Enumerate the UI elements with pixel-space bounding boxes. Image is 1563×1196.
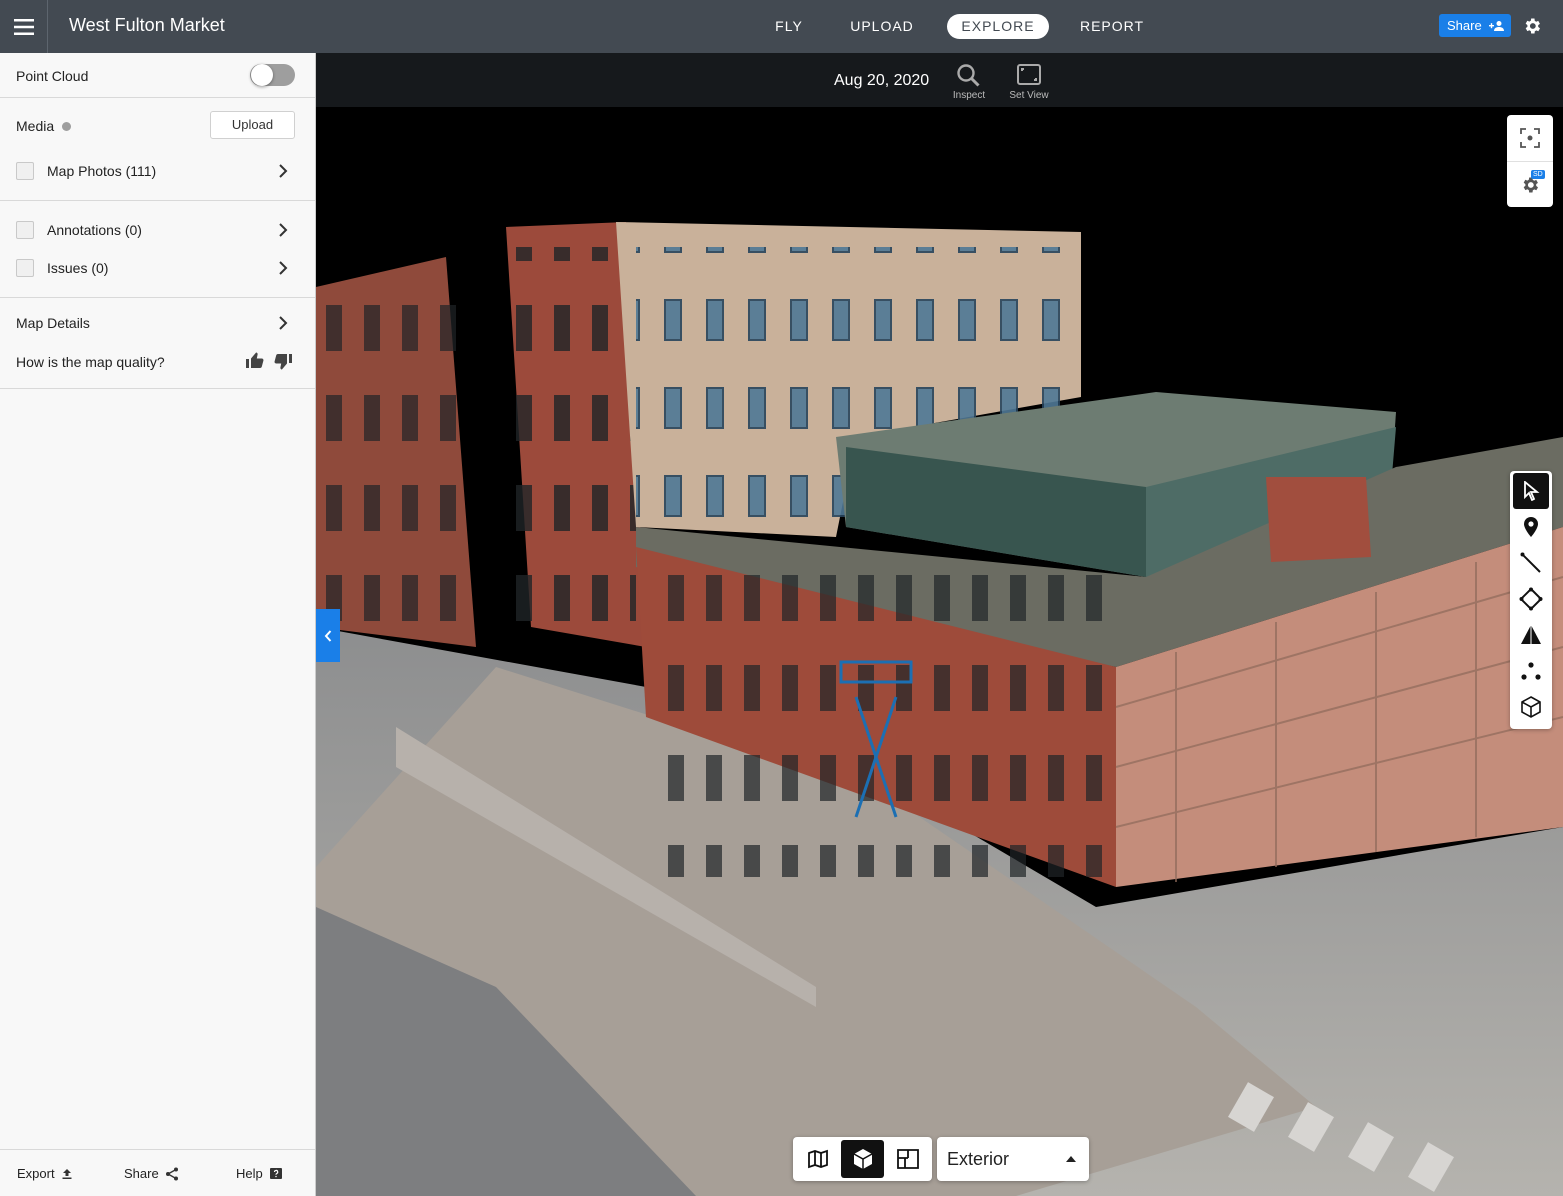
sd-quality-badge: SD: [1531, 170, 1545, 179]
view-mode-value: Exterior: [947, 1149, 1010, 1169]
capture-date[interactable]: Aug 20, 2020: [834, 72, 929, 90]
tab-upload[interactable]: UPLOAD: [842, 14, 922, 39]
share-button[interactable]: Share: [1439, 14, 1511, 37]
map-details-label: Map Details: [16, 315, 90, 331]
map-pin-icon: [1524, 517, 1538, 537]
map-photos-label: Map Photos (111): [47, 163, 157, 179]
focus-frame-icon: [1520, 128, 1540, 148]
divider: [0, 297, 315, 298]
collapse-sidebar-button[interactable]: [316, 609, 340, 662]
toggle-knob: [251, 64, 273, 86]
set-view-label: Set View: [1009, 90, 1049, 101]
set-view-tool[interactable]: Set View: [1001, 63, 1057, 101]
divider: [0, 388, 315, 389]
share-footer-label: Share: [124, 1166, 159, 1181]
view-mode-dropdown[interactable]: Exterior: [937, 1137, 1089, 1181]
3d-cube-icon: [853, 1149, 872, 1169]
chevron-right-icon[interactable]: [276, 223, 290, 237]
tab-report[interactable]: REPORT: [1072, 14, 1152, 39]
help-button[interactable]: Help: [236, 1166, 283, 1181]
help-icon: [269, 1167, 282, 1179]
cursor-arrow-icon: [1524, 481, 1540, 501]
project-title: West Fulton Market: [69, 15, 225, 35]
caret-up-icon: [1066, 1156, 1076, 1162]
stockpile-volume-icon: [1521, 625, 1541, 644]
menu-icon: [13, 18, 34, 35]
view-mode-switch: [793, 1137, 932, 1181]
inspect-tool[interactable]: Inspect: [941, 63, 997, 101]
3d-box-tool[interactable]: [1513, 689, 1549, 725]
chevron-right-icon[interactable]: [276, 164, 290, 178]
viewer-controls: SD: [1507, 115, 1553, 207]
2d-map-view-button[interactable]: [796, 1140, 839, 1178]
render-settings-button[interactable]: SD: [1507, 161, 1553, 207]
sidebar: Point Cloud Media Upload Map Photos (111…: [0, 53, 316, 1196]
chevron-right-icon[interactable]: [276, 316, 290, 330]
floorplan-icon: [896, 1149, 919, 1169]
thumbs-up-icon[interactable]: [245, 351, 265, 369]
chevron-right-icon[interactable]: [276, 261, 290, 275]
fullscreen-button[interactable]: [1507, 115, 1553, 161]
chevron-left-icon: [324, 629, 332, 642]
3d-model-viewport[interactable]: [316, 107, 1563, 1196]
cube-outline-icon: [1521, 696, 1541, 718]
dots-count-icon: [1521, 662, 1541, 680]
share-button-label: Share: [1447, 18, 1482, 33]
share-footer-button[interactable]: Share: [124, 1166, 179, 1181]
divider: [0, 200, 315, 201]
select-tool[interactable]: [1513, 473, 1549, 509]
inspect-label: Inspect: [952, 90, 986, 101]
annotations-checkbox[interactable]: [16, 221, 34, 239]
quality-question: How is the map quality?: [16, 354, 165, 370]
upload-arrow-icon: [62, 1168, 72, 1179]
add-people-icon: [1488, 20, 1504, 31]
building-model-render: [316, 107, 1563, 1196]
map-photos-checkbox[interactable]: [16, 162, 34, 180]
place-marker-tool[interactable]: [1513, 509, 1549, 545]
info-icon[interactable]: [62, 122, 71, 131]
help-label: Help: [236, 1166, 263, 1181]
export-label: Export: [17, 1166, 55, 1181]
upload-button[interactable]: Upload: [210, 111, 295, 139]
point-count-tool[interactable]: [1513, 653, 1549, 689]
divider: [0, 97, 315, 98]
export-button[interactable]: Export: [17, 1166, 73, 1181]
thumbs-down-icon[interactable]: [273, 353, 293, 371]
inspect-magnifier-icon: [957, 64, 980, 87]
3d-model-view-button[interactable]: [841, 1140, 884, 1178]
share-icon: [165, 1167, 178, 1180]
point-cloud-label: Point Cloud: [16, 68, 89, 84]
media-label: Media: [16, 118, 55, 134]
issues-checkbox[interactable]: [16, 259, 34, 277]
tab-fly[interactable]: FLY: [764, 14, 814, 39]
line-measure-icon: [1520, 552, 1541, 573]
volume-measure-tool[interactable]: [1513, 617, 1549, 653]
point-cloud-toggle[interactable]: [250, 64, 295, 86]
sidebar-footer: Export Share Help: [0, 1149, 315, 1196]
issues-label: Issues (0): [47, 260, 109, 276]
main-nav: FLY UPLOAD EXPLORE REPORT: [0, 0, 1563, 53]
measurement-toolbar: [1510, 471, 1552, 729]
line-measure-tool[interactable]: [1513, 545, 1549, 581]
viewer-header: Aug 20, 2020 Inspect Set View: [316, 53, 1563, 107]
annotations-label: Annotations (0): [47, 222, 142, 238]
map-icon: [807, 1149, 828, 1169]
hamburger-menu-button[interactable]: [0, 0, 48, 53]
tab-explore[interactable]: EXPLORE: [947, 14, 1049, 39]
settings-gear-icon[interactable]: [1522, 16, 1542, 36]
area-measure-tool[interactable]: [1513, 581, 1549, 617]
polygon-area-icon: [1519, 587, 1543, 611]
set-view-frame-icon: [1017, 64, 1041, 85]
floorplan-view-button[interactable]: [886, 1140, 929, 1178]
top-bar: West Fulton Market FLY UPLOAD EXPLORE RE…: [0, 0, 1563, 53]
